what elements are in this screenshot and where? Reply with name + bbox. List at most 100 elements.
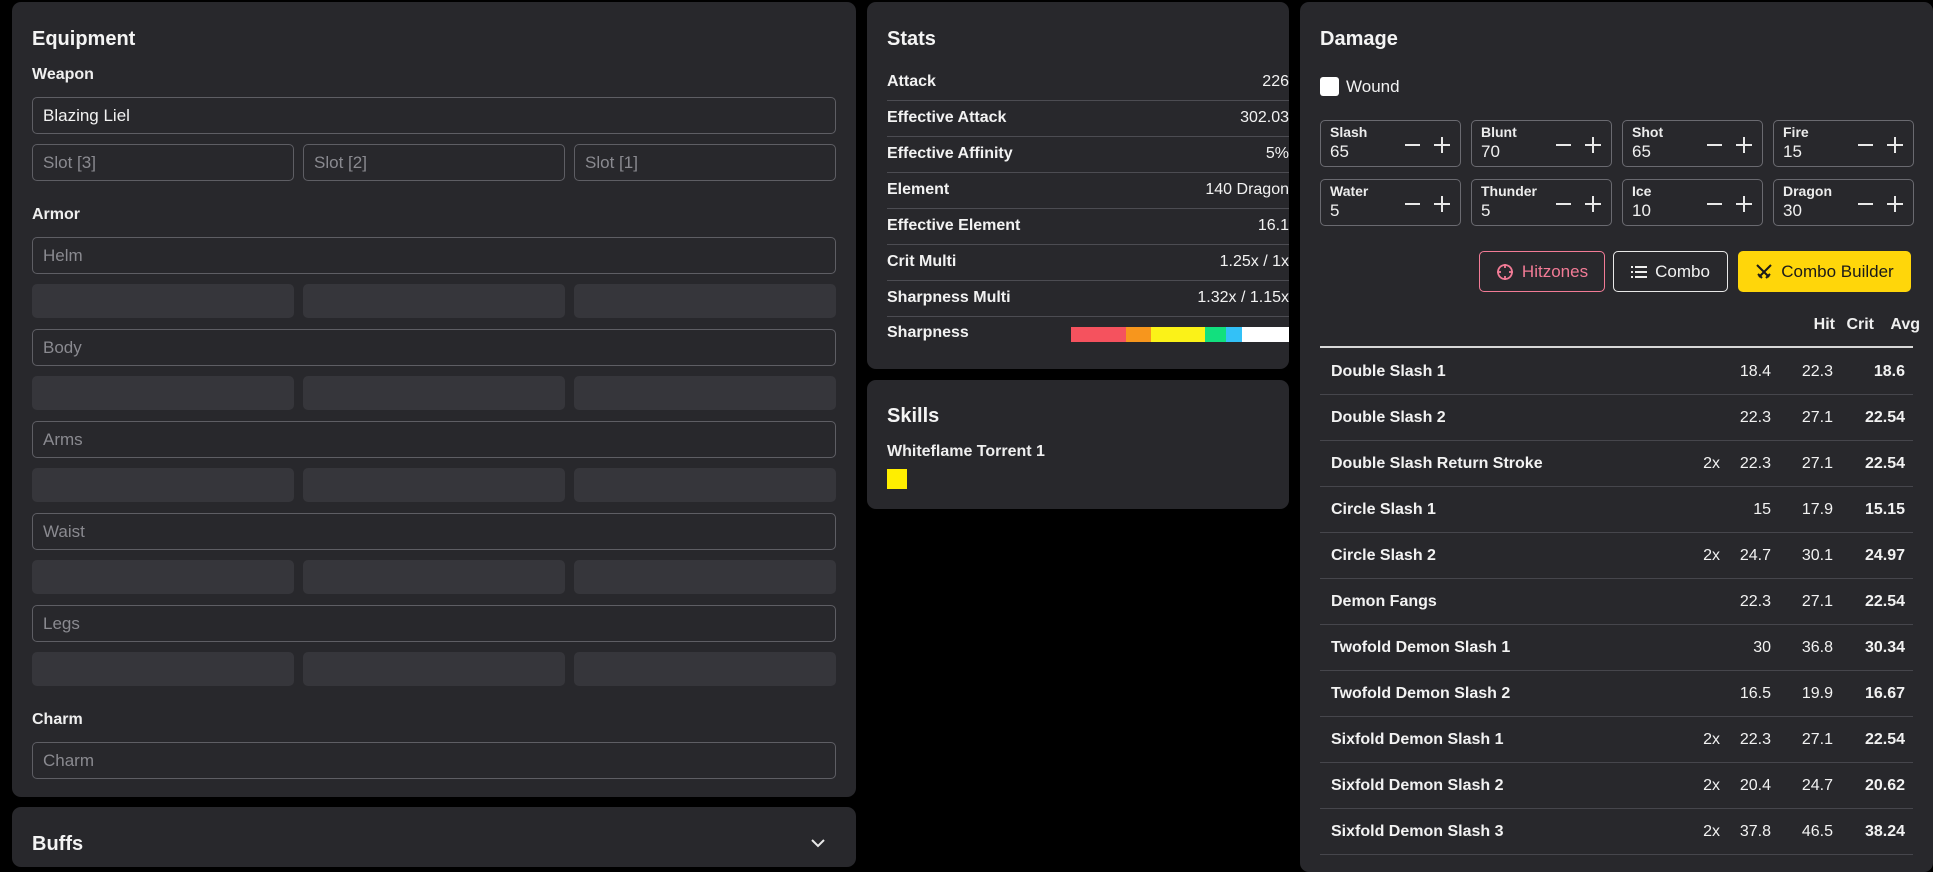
damage-row[interactable]: Circle Slash 1 15 17.9 15.15 [1320, 487, 1913, 533]
stat-value: 16.1 [1257, 217, 1289, 234]
stat-label: Effective Attack [887, 109, 1007, 126]
minus-icon[interactable] [1858, 144, 1873, 146]
stat-row: Sharpness Multi 1.32x / 1.15x [887, 281, 1289, 317]
hit-value: 37.8 [1739, 823, 1771, 840]
sharpness-segment [1205, 327, 1226, 342]
hitzone-value[interactable]: 30 [1783, 201, 1802, 221]
hitzone-dragon-input[interactable]: Dragon 30 [1773, 179, 1914, 226]
column-header-crit: Crit [1846, 316, 1874, 333]
plus-icon[interactable] [1585, 137, 1601, 153]
body-select[interactable]: Body [32, 329, 836, 366]
hitzone-value[interactable]: 10 [1632, 201, 1651, 221]
body-decoration-slot[interactable] [574, 376, 836, 410]
attack-name: Double Slash 1 [1331, 363, 1446, 380]
minus-icon[interactable] [1556, 203, 1571, 205]
waist-decoration-slot[interactable] [574, 560, 836, 594]
minus-icon[interactable] [1858, 203, 1873, 205]
minus-icon[interactable] [1405, 144, 1420, 146]
arms-decoration-slot[interactable] [32, 468, 294, 502]
avg-value: 15.15 [1864, 501, 1905, 518]
damage-row[interactable]: Twofold Demon Slash 2 16.5 19.9 16.67 [1320, 671, 1913, 717]
arms-decoration-slot[interactable] [303, 468, 565, 502]
hitzone-thunder-input[interactable]: Thunder 5 [1471, 179, 1612, 226]
damage-row[interactable]: Twofold Demon Slash 1 30 36.8 30.34 [1320, 625, 1913, 671]
attack-name: Demon Fangs [1331, 593, 1437, 610]
buffs-panel[interactable]: Buffs [12, 807, 856, 867]
header-divider [1320, 346, 1913, 348]
stat-value: 140 Dragon [1205, 181, 1289, 198]
damage-row[interactable]: Circle Slash 2 2x 24.7 30.1 24.97 [1320, 533, 1913, 579]
arms-decoration-slot[interactable] [574, 468, 836, 502]
hitzone-value[interactable]: 65 [1632, 142, 1651, 162]
weapon-slot-2[interactable]: Slot [2] [303, 144, 565, 181]
minus-icon[interactable] [1405, 203, 1420, 205]
damage-row[interactable]: Sixfold Demon Slash 2 2x 20.4 24.7 20.62 [1320, 763, 1913, 809]
combo-builder-button[interactable]: Combo Builder [1738, 251, 1911, 292]
stat-row: Effective Element 16.1 [887, 209, 1289, 245]
attack-name: Double Slash Return Stroke [1331, 455, 1543, 472]
weapon-slot-3[interactable]: Slot [3] [32, 144, 294, 181]
legs-decoration-slot[interactable] [303, 652, 565, 686]
plus-icon[interactable] [1434, 137, 1450, 153]
helm-select[interactable]: Helm [32, 237, 836, 274]
hit-count: 2x [1703, 547, 1720, 564]
legs-decoration-slot[interactable] [32, 652, 294, 686]
stat-label: Effective Affinity [887, 145, 1013, 162]
hitzones-button[interactable]: Hitzones [1479, 251, 1605, 292]
minus-icon[interactable] [1556, 144, 1571, 146]
damage-row[interactable]: Sixfold Demon Slash 1 2x 22.3 27.1 22.54 [1320, 717, 1913, 763]
damage-row[interactable]: Demon Fangs 22.3 27.1 22.54 [1320, 579, 1913, 625]
waist-select[interactable]: Waist [32, 513, 836, 550]
helm-decoration-slot[interactable] [574, 284, 836, 318]
hitzone-label: Shot [1632, 124, 1664, 140]
sharpness-label: Sharpness [887, 324, 969, 341]
damage-row[interactable]: Double Slash 1 18.4 22.3 18.6 [1320, 349, 1913, 395]
wound-checkbox[interactable] [1320, 77, 1339, 96]
sharpness-row: Sharpness [887, 316, 1289, 352]
stat-row: Attack 226 [887, 65, 1289, 101]
helm-decoration-slot[interactable] [303, 284, 565, 318]
arms-select[interactable]: Arms [32, 421, 836, 458]
hitzone-value[interactable]: 5 [1481, 201, 1490, 221]
charm-select[interactable]: Charm [32, 742, 836, 779]
legs-select[interactable]: Legs [32, 605, 836, 642]
hitzone-slash-input[interactable]: Slash 65 [1320, 120, 1461, 167]
hit-value: 30 [1753, 639, 1771, 656]
hitzone-shot-input[interactable]: Shot 65 [1622, 120, 1763, 167]
hitzone-ice-input[interactable]: Ice 10 [1622, 179, 1763, 226]
weapon-select[interactable]: Blazing Liel [32, 97, 836, 134]
body-decoration-slot[interactable] [303, 376, 565, 410]
minus-icon[interactable] [1707, 203, 1722, 205]
minus-icon[interactable] [1707, 144, 1722, 146]
hitzone-label: Water [1330, 183, 1369, 199]
plus-icon[interactable] [1736, 196, 1752, 212]
damage-row[interactable]: Double Slash Return Stroke 2x 22.3 27.1 22.5… [1320, 441, 1913, 487]
plus-icon[interactable] [1736, 137, 1752, 153]
waist-decoration-slot[interactable] [32, 560, 294, 594]
plus-icon[interactable] [1887, 196, 1903, 212]
waist-decoration-slot[interactable] [303, 560, 565, 594]
plus-icon[interactable] [1887, 137, 1903, 153]
hitzone-value[interactable]: 65 [1330, 142, 1349, 162]
legs-decoration-slot[interactable] [574, 652, 836, 686]
hitzone-value[interactable]: 5 [1330, 201, 1339, 221]
crit-value: 27.1 [1801, 409, 1833, 426]
stats-panel: Stats Attack 226 Effective Attack 302.03 Eff… [867, 2, 1289, 369]
hit-count: 2x [1703, 731, 1720, 748]
weapon-slot-1[interactable]: Slot [1] [574, 144, 836, 181]
plus-icon[interactable] [1585, 196, 1601, 212]
helm-decoration-slot[interactable] [32, 284, 294, 318]
plus-icon[interactable] [1434, 196, 1450, 212]
combo-button[interactable]: Combo [1613, 251, 1728, 292]
hit-value: 22.3 [1739, 409, 1771, 426]
hitzone-value[interactable]: 15 [1783, 142, 1802, 162]
hitzone-water-input[interactable]: Water 5 [1320, 179, 1461, 226]
damage-row[interactable]: Double Slash 2 22.3 27.1 22.54 [1320, 395, 1913, 441]
hitzone-value[interactable]: 70 [1481, 142, 1500, 162]
hitzone-blunt-input[interactable]: Blunt 70 [1471, 120, 1612, 167]
hitzone-fire-input[interactable]: Fire 15 [1773, 120, 1914, 167]
damage-row[interactable]: Sixfold Demon Slash 3 2x 37.8 46.5 38.24 [1320, 809, 1913, 855]
attack-name: Twofold Demon Slash 1 [1331, 639, 1511, 656]
body-decoration-slot[interactable] [32, 376, 294, 410]
chevron-down-icon[interactable] [810, 838, 826, 848]
